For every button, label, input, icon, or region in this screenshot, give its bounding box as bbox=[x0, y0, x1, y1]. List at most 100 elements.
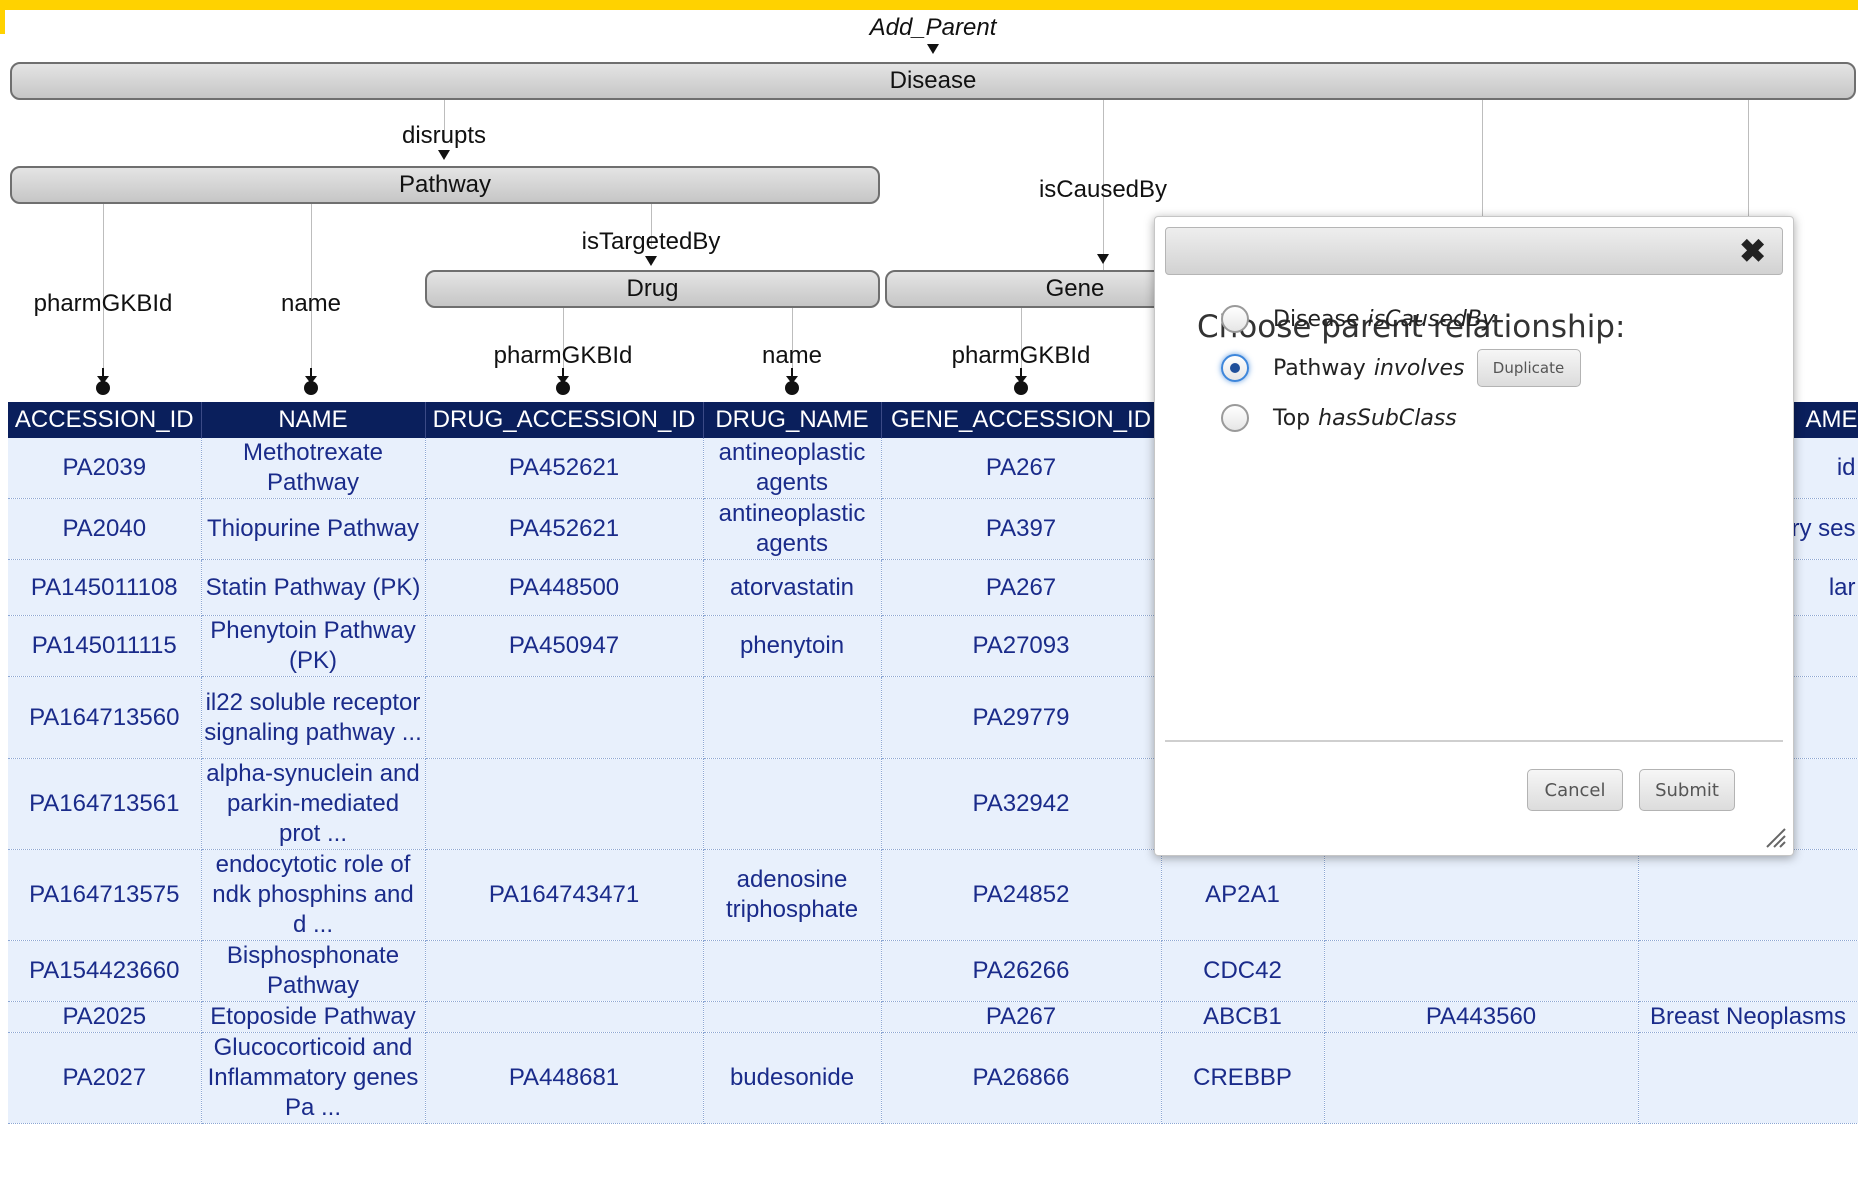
connector-line bbox=[311, 186, 312, 370]
table-cell[interactable] bbox=[425, 940, 704, 1002]
table-cell[interactable]: Thiopurine Pathway bbox=[201, 498, 426, 560]
is-caused-by-label: isCausedBy bbox=[1038, 176, 1168, 203]
table-cell[interactable]: PA164713560 bbox=[8, 676, 202, 759]
table-cell[interactable]: PA2039 bbox=[8, 438, 202, 499]
option-pathway-involves[interactable]: Pathway involves Duplicate bbox=[1221, 349, 1581, 387]
connector-line bbox=[103, 186, 104, 370]
table-cell[interactable]: PA27093 bbox=[881, 615, 1162, 677]
table-cell[interactable]: PA154423660 bbox=[8, 940, 202, 1002]
table-cell[interactable] bbox=[1638, 1032, 1858, 1124]
table-cell[interactable]: Bisphosphonate Pathway bbox=[201, 940, 426, 1002]
table-cell[interactable]: Statin Pathway (PK) bbox=[201, 559, 426, 616]
table-cell[interactable]: Phenytoin Pathway (PK) bbox=[201, 615, 426, 677]
table-cell[interactable]: PA443560 bbox=[1324, 1001, 1639, 1033]
table-cell[interactable]: PA145011108 bbox=[8, 559, 202, 616]
resize-grip-icon[interactable] bbox=[1765, 827, 1787, 849]
table-cell[interactable]: PA164713575 bbox=[8, 849, 202, 941]
table-cell[interactable]: Methotrexate Pathway bbox=[201, 438, 426, 499]
table-cell[interactable] bbox=[425, 758, 704, 850]
radio-button[interactable] bbox=[1221, 404, 1249, 432]
arrow-down-icon bbox=[645, 256, 657, 266]
table-cell[interactable]: PA2027 bbox=[8, 1032, 202, 1124]
table-cell[interactable]: PA448500 bbox=[425, 559, 704, 616]
table-cell[interactable]: antineoplastic agents bbox=[703, 498, 882, 560]
column-header[interactable]: ACCESSION_ID bbox=[8, 402, 202, 438]
connector-line bbox=[1482, 82, 1483, 222]
attribute-pin-icon[interactable] bbox=[556, 368, 570, 395]
table-cell[interactable]: CREBBP bbox=[1161, 1032, 1325, 1124]
table-cell[interactable]: budesonide bbox=[703, 1032, 882, 1124]
table-row[interactable]: PA154423660 Bisphosphonate Pathway PA26266… bbox=[8, 940, 1858, 1002]
submit-button[interactable]: Submit bbox=[1639, 769, 1735, 811]
table-cell[interactable]: PA32942 bbox=[881, 758, 1162, 850]
cancel-button[interactable]: Cancel bbox=[1527, 769, 1623, 811]
table-cell[interactable]: il22 soluble receptor signaling pathway … bbox=[201, 676, 426, 759]
radio-button[interactable] bbox=[1221, 305, 1249, 333]
table-cell[interactable] bbox=[1638, 940, 1858, 1002]
table-cell[interactable]: PA397 bbox=[881, 498, 1162, 560]
table-cell[interactable]: Breast Neoplasms bbox=[1638, 1001, 1858, 1033]
table-cell[interactable] bbox=[1324, 1032, 1639, 1124]
table-cell[interactable]: PA267 bbox=[881, 559, 1162, 616]
table-cell[interactable]: PA452621 bbox=[425, 498, 704, 560]
disease-bar[interactable]: Disease bbox=[10, 62, 1856, 100]
table-cell[interactable]: PA29779 bbox=[881, 676, 1162, 759]
table-cell[interactable]: endocytotic role of ndk phosphins and d … bbox=[201, 849, 426, 941]
table-cell[interactable]: PA267 bbox=[881, 438, 1162, 499]
radio-button-selected[interactable] bbox=[1221, 354, 1249, 382]
attribute-pin-icon[interactable] bbox=[785, 368, 799, 395]
table-cell[interactable] bbox=[425, 676, 704, 759]
column-header[interactable]: NAME bbox=[201, 402, 426, 438]
table-cell[interactable] bbox=[425, 1001, 704, 1033]
table-cell[interactable]: PA24852 bbox=[881, 849, 1162, 941]
table-cell[interactable] bbox=[703, 676, 882, 759]
attribute-pin-icon[interactable] bbox=[1014, 368, 1028, 395]
table-cell[interactable]: PA267 bbox=[881, 1001, 1162, 1033]
table-cell[interactable] bbox=[703, 1001, 882, 1033]
close-icon[interactable]: ✖ bbox=[1739, 232, 1766, 270]
table-cell[interactable]: Etoposide Pathway bbox=[201, 1001, 426, 1033]
table-cell[interactable] bbox=[1638, 849, 1858, 941]
table-cell[interactable] bbox=[703, 940, 882, 1002]
table-cell[interactable]: AP2A1 bbox=[1161, 849, 1325, 941]
table-cell[interactable]: PA2040 bbox=[8, 498, 202, 560]
table-cell[interactable]: PA2025 bbox=[8, 1001, 202, 1033]
pathway-bar[interactable]: Pathway bbox=[10, 166, 880, 204]
table-row[interactable]: PA2027 Glucocorticoid and Inflammatory ge… bbox=[8, 1032, 1858, 1124]
table-row[interactable]: PA164713575 endocytotic role of ndk phosp… bbox=[8, 849, 1858, 941]
table-cell[interactable]: ABCB1 bbox=[1161, 1001, 1325, 1033]
table-cell[interactable] bbox=[1324, 940, 1639, 1002]
column-header[interactable]: DRUG_NAME bbox=[703, 402, 882, 438]
column-header[interactable]: DRUG_ACCESSION_ID bbox=[425, 402, 704, 438]
pathway-pharmgkbid-label: pharmGKBId bbox=[33, 290, 173, 317]
table-cell[interactable]: Glucocorticoid and Inflammatory genes Pa… bbox=[201, 1032, 426, 1124]
drug-bar[interactable]: Drug bbox=[425, 270, 880, 308]
table-cell[interactable]: CDC42 bbox=[1161, 940, 1325, 1002]
table-cell[interactable]: PA452621 bbox=[425, 438, 704, 499]
table-row[interactable]: PA2025 Etoposide Pathway PA267 ABCB1 PA44356… bbox=[8, 1001, 1858, 1033]
attribute-pin-icon[interactable] bbox=[304, 368, 318, 395]
table-cell[interactable]: antineoplastic agents bbox=[703, 438, 882, 499]
attribute-pin-icon[interactable] bbox=[96, 368, 110, 395]
option-top-hassubclass[interactable]: Top hasSubClass bbox=[1221, 400, 1457, 436]
table-cell[interactable]: adenosine triphosphate bbox=[703, 849, 882, 941]
table-cell[interactable]: PA145011115 bbox=[8, 615, 202, 677]
table-cell[interactable]: phenytoin bbox=[703, 615, 882, 677]
choose-parent-dialog: ✖ Choose parent relationship: Disease is… bbox=[1154, 216, 1794, 856]
table-cell[interactable]: PA26866 bbox=[881, 1032, 1162, 1124]
drug-name-label: name bbox=[761, 342, 823, 369]
option-disease-iscausedby[interactable]: Disease isCausedBy bbox=[1221, 301, 1495, 337]
dialog-titlebar[interactable]: ✖ bbox=[1165, 227, 1783, 275]
table-cell[interactable] bbox=[1324, 849, 1639, 941]
table-cell[interactable]: PA164743471 bbox=[425, 849, 704, 941]
table-cell[interactable]: PA26266 bbox=[881, 940, 1162, 1002]
table-cell[interactable]: PA164713561 bbox=[8, 758, 202, 850]
duplicate-button[interactable]: Duplicate bbox=[1476, 349, 1581, 387]
table-cell[interactable]: atorvastatin bbox=[703, 559, 882, 616]
column-header[interactable]: GENE_ACCESSION_ID bbox=[881, 402, 1162, 438]
table-cell[interactable]: PA450947 bbox=[425, 615, 704, 677]
table-cell[interactable] bbox=[703, 758, 882, 850]
table-cell[interactable]: alpha-synuclein and parkin-mediated prot… bbox=[201, 758, 426, 850]
add-parent-label[interactable]: Add_Parent bbox=[870, 14, 997, 42]
table-cell[interactable]: PA448681 bbox=[425, 1032, 704, 1124]
